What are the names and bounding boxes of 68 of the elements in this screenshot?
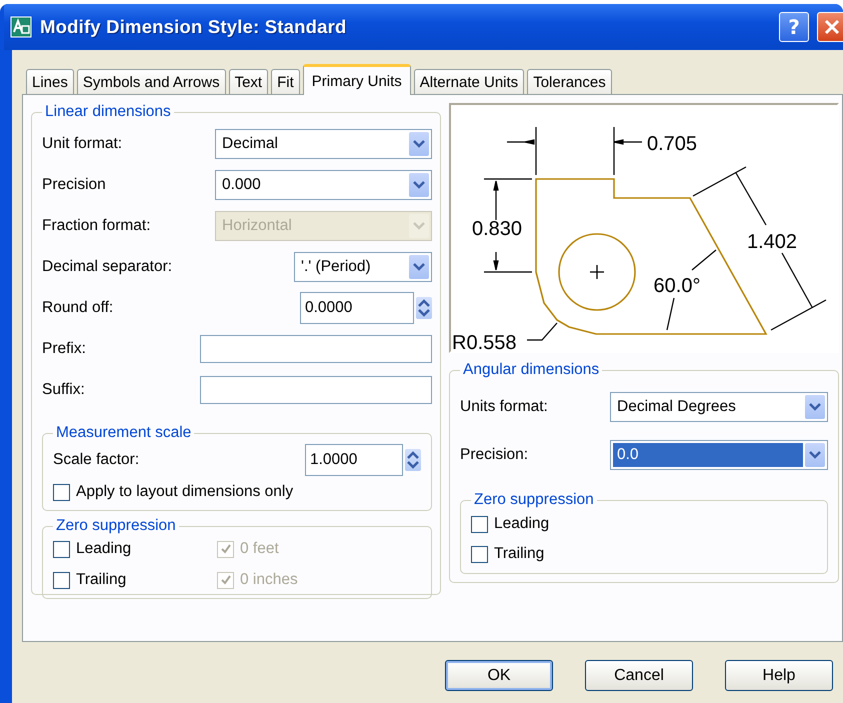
help-button[interactable]: ? <box>779 12 809 42</box>
dropdown[interactable]: '.' (Period) <box>294 252 432 282</box>
dimension-label: 60.0° <box>654 275 700 297</box>
checkbox[interactable] <box>471 516 488 532</box>
spin-buttons[interactable] <box>416 296 432 318</box>
dropdown[interactable]: 0.000 <box>215 170 432 200</box>
close-icon <box>823 18 841 36</box>
dropdown[interactable]: 0.0 <box>610 440 828 470</box>
tab[interactable]: Lines <box>26 69 74 94</box>
group-title: Angular dimensions <box>462 361 600 379</box>
field-label: Decimal separator: <box>42 258 174 276</box>
group-title: Zero suppression <box>55 517 177 535</box>
checkbox[interactable] <box>471 546 488 562</box>
chevron-down-icon <box>413 180 425 188</box>
field-label: Suffix: <box>42 380 86 398</box>
checkbox-label: Trailing <box>494 545 544 563</box>
number-field[interactable]: 0.0000 <box>300 292 414 324</box>
app-icon <box>10 16 32 38</box>
tab[interactable]: Alternate Units <box>414 69 524 94</box>
group-title: Linear dimensions <box>44 103 172 121</box>
chevron-down-icon <box>809 451 821 459</box>
field-label: Units format: <box>460 398 549 416</box>
checkbox[interactable] <box>53 572 70 588</box>
dialog-button[interactable]: OK <box>445 660 553 691</box>
number-field[interactable]: 1.0000 <box>305 444 403 476</box>
dropdown-value: 0.0 <box>613 443 803 467</box>
group-title: Measurement scale <box>55 424 192 442</box>
input-field[interactable] <box>200 376 432 404</box>
spin-buttons[interactable] <box>405 449 421 471</box>
dropdown-value: Decimal Degrees <box>616 397 737 417</box>
checkbox[interactable] <box>53 540 70 558</box>
tab[interactable]: Text <box>228 69 268 94</box>
checkbox-label: Apply to layout dimensions only <box>76 483 294 501</box>
tab[interactable]: Primary Units <box>302 64 411 95</box>
dialog-button[interactable]: Help <box>725 660 833 691</box>
dimension-label: 0.705 <box>647 133 698 155</box>
dropdown[interactable]: Decimal <box>215 128 432 158</box>
chevron-down-icon <box>413 262 425 270</box>
checkbox-label: 0 inches <box>240 571 298 589</box>
tab[interactable]: Symbols and Arrows <box>76 69 226 94</box>
field-label: Fraction format: <box>42 216 152 234</box>
dropdown[interactable]: Decimal Degrees <box>610 392 828 422</box>
field-label: Prefix: <box>42 340 87 358</box>
checkbox-label: Leading <box>494 515 550 533</box>
checkbox-label: 0 feet <box>240 540 279 558</box>
tab[interactable]: Tolerances <box>527 69 612 94</box>
group-title: Zero suppression <box>473 491 595 509</box>
check-icon <box>220 543 232 555</box>
dimension-label: R0.558 <box>452 332 516 352</box>
chevron-down-icon <box>413 140 425 148</box>
input-field[interactable] <box>200 334 432 362</box>
dimension-label: 0.830 <box>472 218 522 240</box>
field-label: Precision: <box>460 446 530 464</box>
chevron-down-icon <box>413 222 425 230</box>
checkbox[interactable] <box>53 484 70 500</box>
tab[interactable]: Fit <box>271 69 300 94</box>
field-label: Round off: <box>42 298 114 316</box>
field-label: Unit format: <box>42 134 124 152</box>
close-button[interactable] <box>817 12 843 42</box>
checkbox-label: Trailing <box>76 571 126 589</box>
field-label: Precision <box>42 176 107 194</box>
check-icon <box>220 574 232 586</box>
field-label: Scale factor: <box>53 451 140 469</box>
chevron-down-icon <box>809 403 821 411</box>
window-title: Modify Dimension Style: Standard <box>40 16 348 38</box>
checkbox-label: Leading <box>76 540 132 558</box>
dimension-label: 1.402 <box>746 231 798 253</box>
dialog-button[interactable]: Cancel <box>585 660 693 691</box>
